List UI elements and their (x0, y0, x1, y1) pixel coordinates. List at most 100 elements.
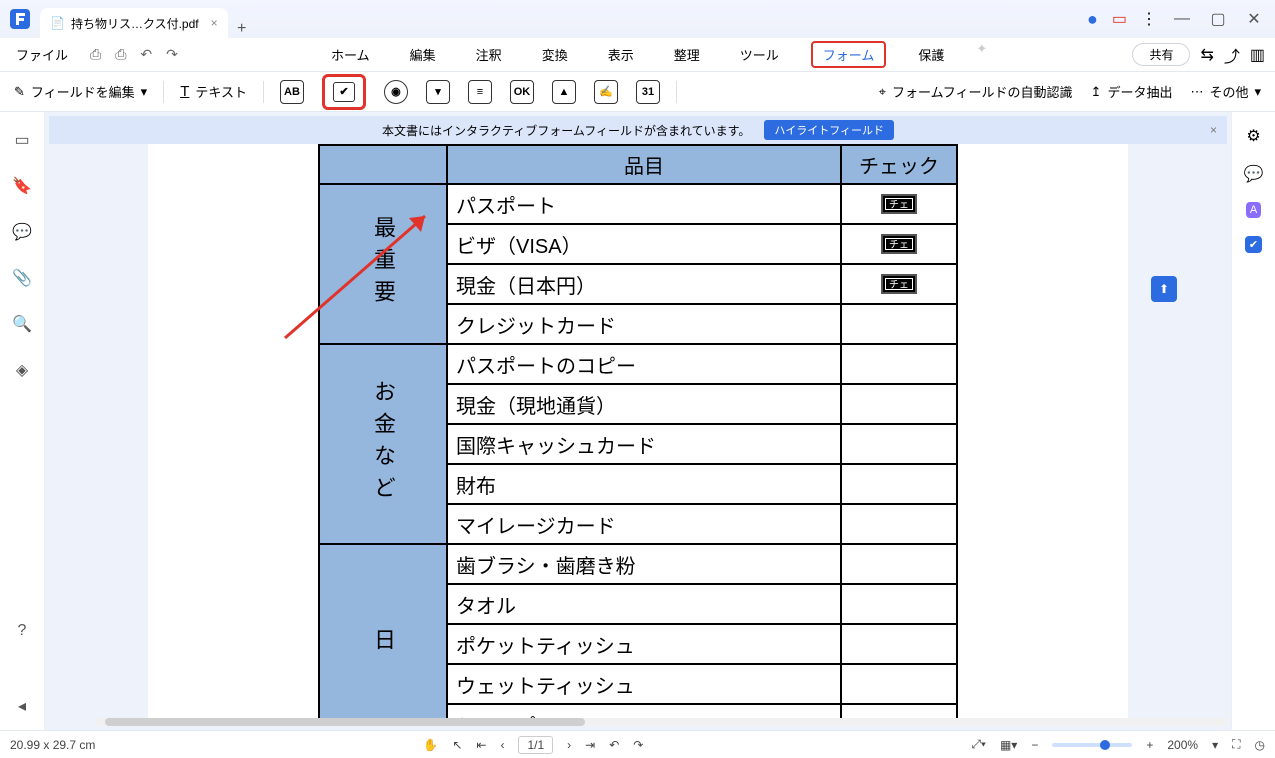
cloud-icon[interactable]: ● (1087, 9, 1098, 30)
data-extract-button[interactable]: ↥ データ抽出 (1091, 82, 1173, 101)
tab-form[interactable]: フォーム (811, 41, 887, 68)
checkbox-field[interactable]: チェ (881, 234, 917, 254)
detect-icon: ⌖ (879, 84, 886, 100)
print-icon[interactable]: ⎙ (115, 46, 126, 63)
settings-icon[interactable]: ⚙ (1246, 126, 1260, 146)
item-name-cell: ウェットティッシュ (447, 664, 841, 704)
textbox-field-icon[interactable]: AB (280, 80, 304, 104)
scroll-top-button[interactable]: ⬆ (1151, 276, 1177, 302)
bookmarks-icon[interactable]: 🔖 (12, 176, 32, 196)
panel-icon[interactable]: ▥ (1250, 45, 1265, 65)
highlight-fields-button[interactable]: ハイライトフィールド (764, 120, 894, 140)
check-cell[interactable] (841, 504, 957, 544)
last-page-icon[interactable]: ⇥ (585, 738, 595, 752)
view-mode-icon[interactable]: ▦▾ (1000, 738, 1017, 752)
checklist-table: 品目 チェック 最重要パスポートチェビザ（VISA）チェ現金（日本円）チェクレジ… (318, 144, 958, 718)
select-tool-icon[interactable]: ↖ (452, 738, 462, 752)
signature-field-icon[interactable]: ✍ (594, 80, 618, 104)
save-icon[interactable]: ⎙ (90, 46, 101, 63)
zoom-level[interactable]: 200% (1167, 738, 1198, 752)
first-page-icon[interactable]: ⇤ (476, 738, 486, 752)
chevron-down-icon: ▾ (1254, 84, 1261, 100)
check-cell[interactable] (841, 704, 957, 718)
check-cell[interactable] (841, 624, 957, 664)
tab-edit[interactable]: 編集 (402, 41, 444, 68)
zoom-out-icon[interactable]: − (1031, 738, 1038, 752)
share-button[interactable]: 共有 (1132, 43, 1190, 66)
next-page-icon[interactable]: › (567, 738, 571, 752)
translate-icon[interactable]: A (1246, 202, 1261, 218)
check-cell[interactable] (841, 464, 957, 504)
check-cell[interactable] (841, 304, 957, 344)
radio-field-icon[interactable]: ◉ (384, 80, 408, 104)
rotate-left-icon[interactable]: ↶ (609, 738, 619, 752)
prev-page-icon[interactable]: ‹ (500, 738, 504, 752)
checkbox-field[interactable]: チェ (881, 274, 917, 294)
check-cell[interactable] (841, 344, 957, 384)
tab-home[interactable]: ホーム (323, 41, 378, 68)
chevron-down-icon[interactable]: ▾ (1212, 738, 1218, 752)
more-options-button[interactable]: ⋯ その他 ▾ (1190, 82, 1261, 101)
item-name-cell: ポケットティッシュ (447, 624, 841, 664)
checkbox-field[interactable]: チェ (881, 194, 917, 214)
date-field-icon[interactable]: 31 (636, 80, 660, 104)
check-cell[interactable] (841, 384, 957, 424)
zoom-slider[interactable] (1052, 743, 1132, 747)
collapse-left-icon[interactable]: ◂ (18, 696, 26, 716)
tab-arrange[interactable]: 整理 (666, 41, 708, 68)
fit-page-icon[interactable]: ⤢▾ (971, 737, 986, 752)
list-field-icon[interactable]: ≡ (468, 80, 492, 104)
close-tab-icon[interactable]: × (211, 16, 218, 30)
ai-chat-icon[interactable]: 💬 (1244, 164, 1264, 184)
checkbox-field-icon[interactable]: ✔ (322, 74, 366, 110)
close-window-button[interactable]: ✕ (1243, 9, 1265, 29)
check-cell[interactable]: チェ (841, 264, 957, 304)
edit-fields-button[interactable]: ✎ フィールドを編集 ▾ (14, 82, 147, 101)
close-infobar-icon[interactable]: × (1210, 123, 1217, 137)
redo-icon[interactable]: ↷ (166, 46, 178, 63)
check-icon[interactable]: ✔ (1245, 236, 1262, 253)
tab-view[interactable]: 表示 (600, 41, 642, 68)
check-cell[interactable]: チェ (841, 224, 957, 264)
text-field-button[interactable]: T テキスト (180, 82, 247, 101)
thumbnails-icon[interactable]: ▭ (14, 130, 29, 150)
check-cell[interactable]: チェ (841, 184, 957, 224)
file-menu[interactable]: ファイル (10, 43, 74, 66)
tab-annotate[interactable]: 注釈 (468, 41, 510, 68)
layers-icon[interactable]: ◈ (16, 360, 28, 380)
undo-icon[interactable]: ↶ (140, 46, 152, 63)
minimize-button[interactable]: — (1171, 10, 1193, 28)
notify-icon[interactable]: ▭ (1112, 9, 1127, 29)
tab-convert[interactable]: 変換 (534, 41, 576, 68)
search-icon[interactable]: 🔍 (12, 314, 32, 334)
sparkle-icon[interactable]: ✦ (976, 41, 987, 68)
comments-icon[interactable]: 💬 (12, 222, 32, 242)
help-icon[interactable]: ? (18, 622, 27, 640)
more-icon[interactable]: ⋮ (1141, 9, 1157, 29)
fullscreen-icon[interactable]: ⛶ (1232, 737, 1240, 752)
more-circle-icon: ⋯ (1190, 84, 1203, 100)
rotate-right-icon[interactable]: ↷ (633, 738, 643, 752)
check-cell[interactable] (841, 664, 957, 704)
button-field-icon[interactable]: OK (510, 80, 534, 104)
document-viewport[interactable]: 品目 チェック 最重要パスポートチェビザ（VISA）チェ現金（日本円）チェクレジ… (45, 144, 1231, 718)
reading-mode-icon[interactable]: ◷ (1255, 738, 1265, 752)
tab-protect[interactable]: 保護 (910, 41, 952, 68)
zoom-in-icon[interactable]: + (1146, 738, 1153, 752)
auto-detect-button[interactable]: ⌖ フォームフィールドの自動認識 (879, 82, 1073, 101)
tab-tools[interactable]: ツール (732, 41, 787, 68)
document-tab[interactable]: 📄 持ち物リス…クス付.pdf × (40, 8, 228, 38)
dropdown-field-icon[interactable]: ▾ (426, 80, 450, 104)
link-icon[interactable]: ⇆ (1200, 45, 1213, 65)
horizontal-scrollbar[interactable] (95, 718, 1227, 726)
image-field-icon[interactable]: ▲ (552, 80, 576, 104)
attachments-icon[interactable]: 📎 (12, 268, 32, 288)
doc-icon: 📄 (50, 16, 65, 30)
maximize-button[interactable]: ▢ (1207, 9, 1229, 29)
check-cell[interactable] (841, 544, 957, 584)
check-cell[interactable] (841, 584, 957, 624)
hand-tool-icon[interactable]: ✋ (423, 738, 438, 752)
add-tab-button[interactable]: + (228, 20, 256, 38)
upload-icon[interactable]: ⤴ (1224, 43, 1240, 67)
check-cell[interactable] (841, 424, 957, 464)
